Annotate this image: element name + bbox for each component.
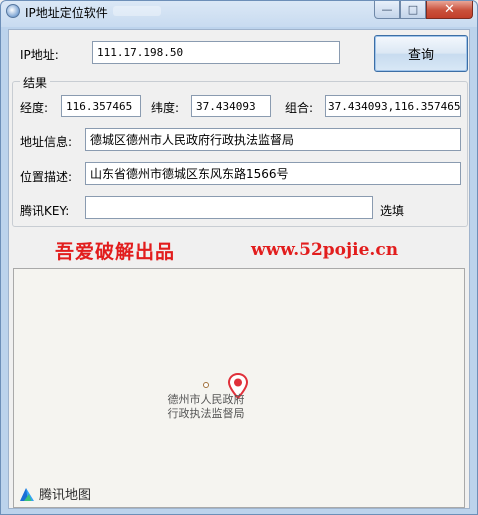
promo-right-text: www.52pojie.cn (251, 240, 399, 260)
latitude-field[interactable]: 37.434093 (191, 95, 271, 117)
maximize-button[interactable]: □ (400, 1, 426, 19)
app-window: IP地址定位软件 — □ ✕ IP地址: 111.17.198.50 查询 结果… (0, 0, 478, 515)
tencent-map-logo[interactable]: 腾讯地图 (18, 484, 91, 503)
ip-input[interactable]: 111.17.198.50 (92, 41, 340, 64)
longitude-label: 经度: (20, 101, 49, 115)
longitude-field[interactable]: 116.357465 (61, 95, 141, 117)
combo-field[interactable]: 37.434093,116.357465 (325, 95, 461, 117)
map-poi-label-line2: 行政执法监督局 (167, 407, 245, 420)
title-blur (113, 6, 161, 16)
minimize-button[interactable]: — (374, 1, 400, 19)
ip-label: IP地址: (20, 48, 59, 62)
title-bar[interactable]: IP地址定位软件 — □ ✕ (1, 1, 477, 23)
position-field[interactable]: 山东省德州市德城区东风东路1566号 (85, 162, 461, 185)
position-label: 位置描述: (20, 170, 73, 184)
latitude-label: 纬度: (151, 101, 180, 115)
tencent-map-logo-icon (20, 487, 34, 501)
app-globe-icon (6, 4, 20, 18)
address-field[interactable]: 德城区德州市人民政府行政执法监督局 (85, 128, 461, 151)
client-area: IP地址: 111.17.198.50 查询 结果 经度: 116.357465… (8, 29, 470, 509)
combo-label: 组合: (285, 101, 314, 115)
tencent-map-logo-text: 腾讯地图 (39, 488, 92, 503)
results-group-title: 结果 (20, 74, 51, 91)
key-input[interactable] (85, 196, 373, 219)
window-title: IP地址定位软件 (25, 6, 108, 20)
map-poi-label-line1: 德州市人民政府 (167, 393, 245, 406)
close-button[interactable]: ✕ (426, 1, 473, 19)
poi-dot-icon (203, 382, 209, 388)
map-view[interactable]: 德州市人民政府 行政执法监督局 腾讯地图 (13, 268, 465, 508)
query-button[interactable]: 查询 (374, 35, 468, 72)
address-label: 地址信息: (20, 135, 73, 149)
key-label: 腾讯KEY: (20, 204, 70, 218)
results-group: 结果 经度: 116.357465 纬度: 37.434093 组合: 37.4… (12, 74, 468, 227)
promo-left-text: 吾爱破解出品 (55, 241, 176, 263)
key-hint: 选填 (380, 204, 405, 218)
